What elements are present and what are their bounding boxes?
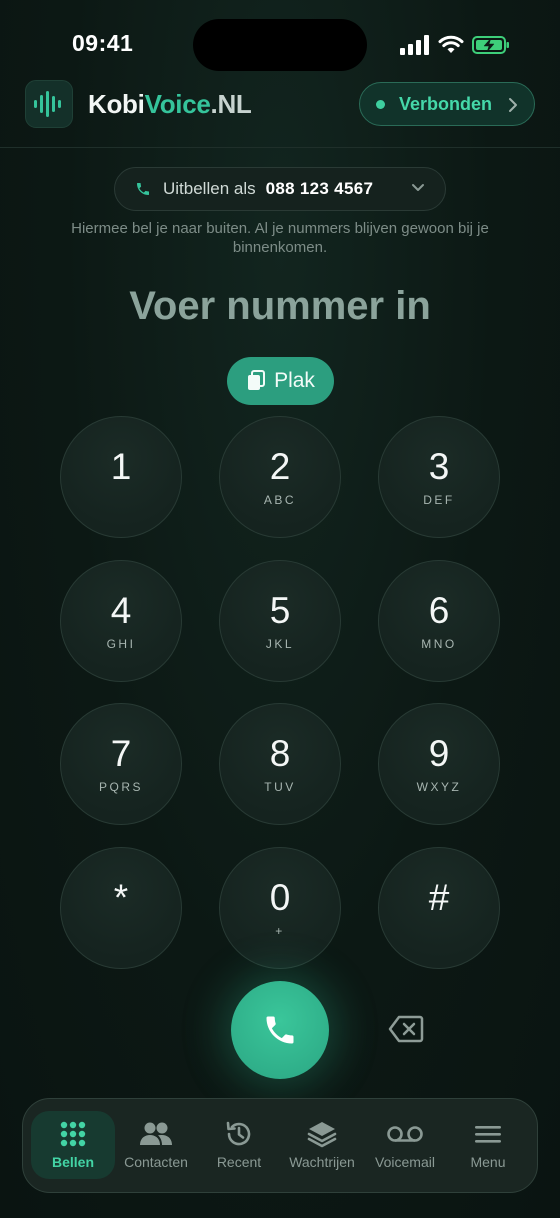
brand-part-1: Kobi xyxy=(88,89,145,119)
key-digit: 1 xyxy=(110,446,132,487)
key-letters: MNO xyxy=(421,637,457,651)
tab-recent[interactable]: Recent xyxy=(197,1111,281,1179)
tab-menu[interactable]: Menu xyxy=(446,1111,530,1179)
tab-label: Bellen xyxy=(51,1154,94,1170)
clipboard-icon xyxy=(248,370,266,390)
sound-wave-icon xyxy=(34,91,61,117)
key-7[interactable]: 7 PQRS xyxy=(60,703,182,825)
tab-label: Menu xyxy=(470,1154,506,1170)
history-icon xyxy=(226,1121,251,1146)
tab-label: Wachtrijen xyxy=(289,1154,355,1170)
key-letters: DEF xyxy=(423,493,455,507)
key-5[interactable]: 5 JKL xyxy=(219,560,341,682)
brand-part-2: Voice xyxy=(144,89,211,119)
connection-status-label: Verbonden xyxy=(399,93,493,114)
cellular-signal-icon xyxy=(400,35,429,55)
key-digit: 6 xyxy=(428,590,450,631)
backspace-button[interactable] xyxy=(385,1012,427,1046)
status-icons xyxy=(400,33,510,57)
phone-icon xyxy=(137,183,149,195)
number-display: Voer nummer in xyxy=(129,284,431,328)
dynamic-island xyxy=(193,19,367,71)
key-hash[interactable]: # xyxy=(378,847,500,969)
key-3[interactable]: 3 DEF xyxy=(378,416,500,538)
tab-label: Voicemail xyxy=(375,1154,435,1170)
paste-label: Plak xyxy=(274,369,315,392)
connection-status-button[interactable]: Verbonden xyxy=(359,82,535,126)
phone-icon xyxy=(266,1016,294,1044)
key-0[interactable]: 0 + xyxy=(219,847,341,969)
key-digit: 0 xyxy=(269,877,291,918)
key-digit: 9 xyxy=(428,733,450,774)
key-digit: # xyxy=(428,877,450,918)
contacts-icon xyxy=(140,1122,172,1145)
brand-part-3: .NL xyxy=(210,89,252,119)
key-digit: 7 xyxy=(110,733,132,774)
key-digit: 4 xyxy=(110,590,132,631)
key-letters: GHI xyxy=(106,637,136,651)
key-9[interactable]: 9 WXYZ xyxy=(378,703,500,825)
caller-id-label: Uitbellen als xyxy=(163,179,256,198)
key-2[interactable]: 2 ABC xyxy=(219,416,341,538)
key-digit: 8 xyxy=(269,733,291,774)
status-time: 09:41 xyxy=(72,30,134,56)
key-digit: 5 xyxy=(269,590,291,631)
caller-id-number: 088 123 4567 xyxy=(265,179,374,198)
key-6[interactable]: 6 MNO xyxy=(378,560,500,682)
chevron-right-icon xyxy=(509,98,517,112)
paste-button[interactable]: Plak xyxy=(227,357,334,405)
key-digit: * xyxy=(113,877,129,918)
key-8[interactable]: 8 TUV xyxy=(219,703,341,825)
keypad-grid-icon xyxy=(60,1121,86,1147)
tab-label: Recent xyxy=(216,1154,262,1170)
key-letters: WXYZ xyxy=(416,780,462,794)
brand-name: KobiVoice.NL xyxy=(88,89,252,120)
key-letters: PQRS xyxy=(98,780,143,794)
app-header: KobiVoice.NL Verbonden xyxy=(0,78,560,148)
caller-id-hint: Hiermee bel je naar buiten. Al je nummer… xyxy=(71,220,489,256)
tab-contacten[interactable]: Contacten xyxy=(114,1111,198,1179)
menu-icon xyxy=(475,1126,501,1143)
key-letters: ABC xyxy=(263,493,297,507)
key-1[interactable]: 1 xyxy=(60,416,182,538)
key-digit: 2 xyxy=(269,446,291,487)
key-digit: 3 xyxy=(428,446,450,487)
tab-label: Contacten xyxy=(124,1154,188,1170)
key-star[interactable]: * xyxy=(60,847,182,969)
battery-charging-icon xyxy=(472,36,509,54)
wifi-icon xyxy=(438,35,464,53)
tab-wachtrijen[interactable]: Wachtrijen xyxy=(280,1111,364,1179)
key-letters: + xyxy=(275,924,285,938)
key-letters: JKL xyxy=(265,637,295,651)
voicemail-icon xyxy=(387,1126,423,1142)
app-logo xyxy=(25,80,73,128)
connection-dot-icon xyxy=(376,99,385,109)
tab-voicemail[interactable]: Voicemail xyxy=(363,1111,447,1179)
tab-bellen[interactable]: Bellen xyxy=(31,1111,115,1179)
bottom-tab-bar: Bellen Contacten Recent Wachtrijen Voice… xyxy=(22,1098,538,1193)
layers-icon xyxy=(307,1122,337,1148)
key-letters: TUV xyxy=(264,780,296,794)
caller-id-selector[interactable]: Uitbellen als 088 123 4567 xyxy=(114,167,446,211)
chevron-down-icon xyxy=(412,184,424,191)
status-bar: 09:41 xyxy=(0,0,560,90)
key-4[interactable]: 4 GHI xyxy=(60,560,182,682)
dialer-screen: 09:41 KobiVoice.NL Verbonden Uitbellen a… xyxy=(0,0,560,1218)
backspace-icon xyxy=(388,1015,424,1043)
call-button[interactable] xyxy=(231,981,329,1079)
